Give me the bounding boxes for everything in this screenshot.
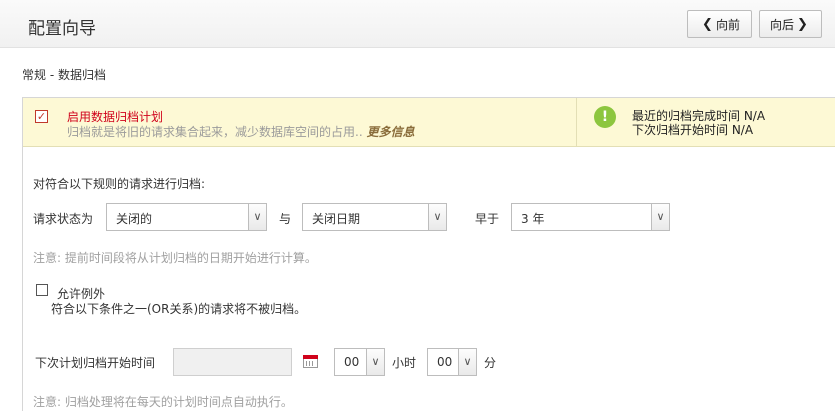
period-select[interactable]: 3 年 ∨ xyxy=(511,203,670,231)
prev-button[interactable]: ❮ 向前 xyxy=(687,10,752,38)
and-label: 与 xyxy=(279,212,292,226)
status-select-value: 关闭的 xyxy=(116,212,153,226)
allow-exception-checkbox[interactable] xyxy=(36,284,48,296)
dropdown-arrow-icon: ∨ xyxy=(248,204,266,230)
minute-select-value: 00 xyxy=(437,355,453,369)
banner-divider xyxy=(576,98,577,146)
breadcrumb: 常规 - 数据归档 xyxy=(22,68,106,82)
status-select[interactable]: 关闭的 ∨ xyxy=(106,203,267,231)
next-button[interactable]: 向后 ❯ xyxy=(759,10,822,38)
page-title: 配置向导 xyxy=(28,19,96,39)
earlier-label: 早于 xyxy=(475,212,500,226)
schedule-label: 下次计划归档开始时间 xyxy=(35,356,156,370)
enable-archive-checkbox[interactable]: ✓ xyxy=(35,110,48,123)
prev-label: 向前 xyxy=(715,17,740,32)
exception-description: 符合以下条件之一(OR关系)的请求将不被归档。 xyxy=(51,302,307,316)
dropdown-arrow-icon: ∨ xyxy=(366,349,384,375)
dropdown-arrow-icon: ∨ xyxy=(458,349,476,375)
archive-settings-panel: ✓ 启用数据归档计划 归档就是将旧的请求集合起来，减少数据库空间的占用.. 更多信… xyxy=(22,97,835,411)
schedule-note: 注意: 归档处理将在每天的计划时间点自动执行。 xyxy=(33,395,293,409)
hour-unit: 小时 xyxy=(392,356,417,370)
more-info-link[interactable]: 更多信息 xyxy=(367,125,415,139)
minute-select[interactable]: 00 ∨ xyxy=(427,348,477,376)
schedule-date-input[interactable] xyxy=(173,348,292,376)
status-label: 请求状态为 xyxy=(33,212,94,226)
archive-description-text: 归档就是将旧的请求集合起来，减少数据库空间的占用.. xyxy=(67,125,363,139)
date-field-select[interactable]: 关闭日期 ∨ xyxy=(302,203,447,231)
next-start-time: 下次归档开始时间 N/A xyxy=(632,123,754,137)
rule-title: 对符合以下规则的请求进行归档: xyxy=(33,177,206,191)
date-field-select-value: 关闭日期 xyxy=(312,212,361,226)
hour-select[interactable]: 00 ∨ xyxy=(334,348,385,376)
next-label: 向后 xyxy=(770,17,795,32)
dropdown-arrow-icon: ∨ xyxy=(651,204,669,230)
hour-select-value: 00 xyxy=(344,355,360,369)
archive-description: 归档就是将旧的请求集合起来，减少数据库空间的占用.. 更多信息 xyxy=(67,123,415,140)
header: 配置向导 ❮ 向前 向后 ❯ xyxy=(0,0,835,48)
info-icon: ! xyxy=(594,106,616,128)
chevron-left-icon: ❮ xyxy=(702,16,713,32)
period-select-value: 3 年 xyxy=(521,212,545,226)
calendar-icon[interactable] xyxy=(303,355,318,368)
minute-unit: 分 xyxy=(484,356,497,370)
chevron-right-icon: ❯ xyxy=(797,16,808,32)
period-note: 注意: 提前时间段将从计划归档的日期开始进行计算。 xyxy=(33,251,317,265)
archive-banner: ✓ 启用数据归档计划 归档就是将旧的请求集合起来，减少数据库空间的占用.. 更多信… xyxy=(23,98,835,147)
dropdown-arrow-icon: ∨ xyxy=(428,204,446,230)
